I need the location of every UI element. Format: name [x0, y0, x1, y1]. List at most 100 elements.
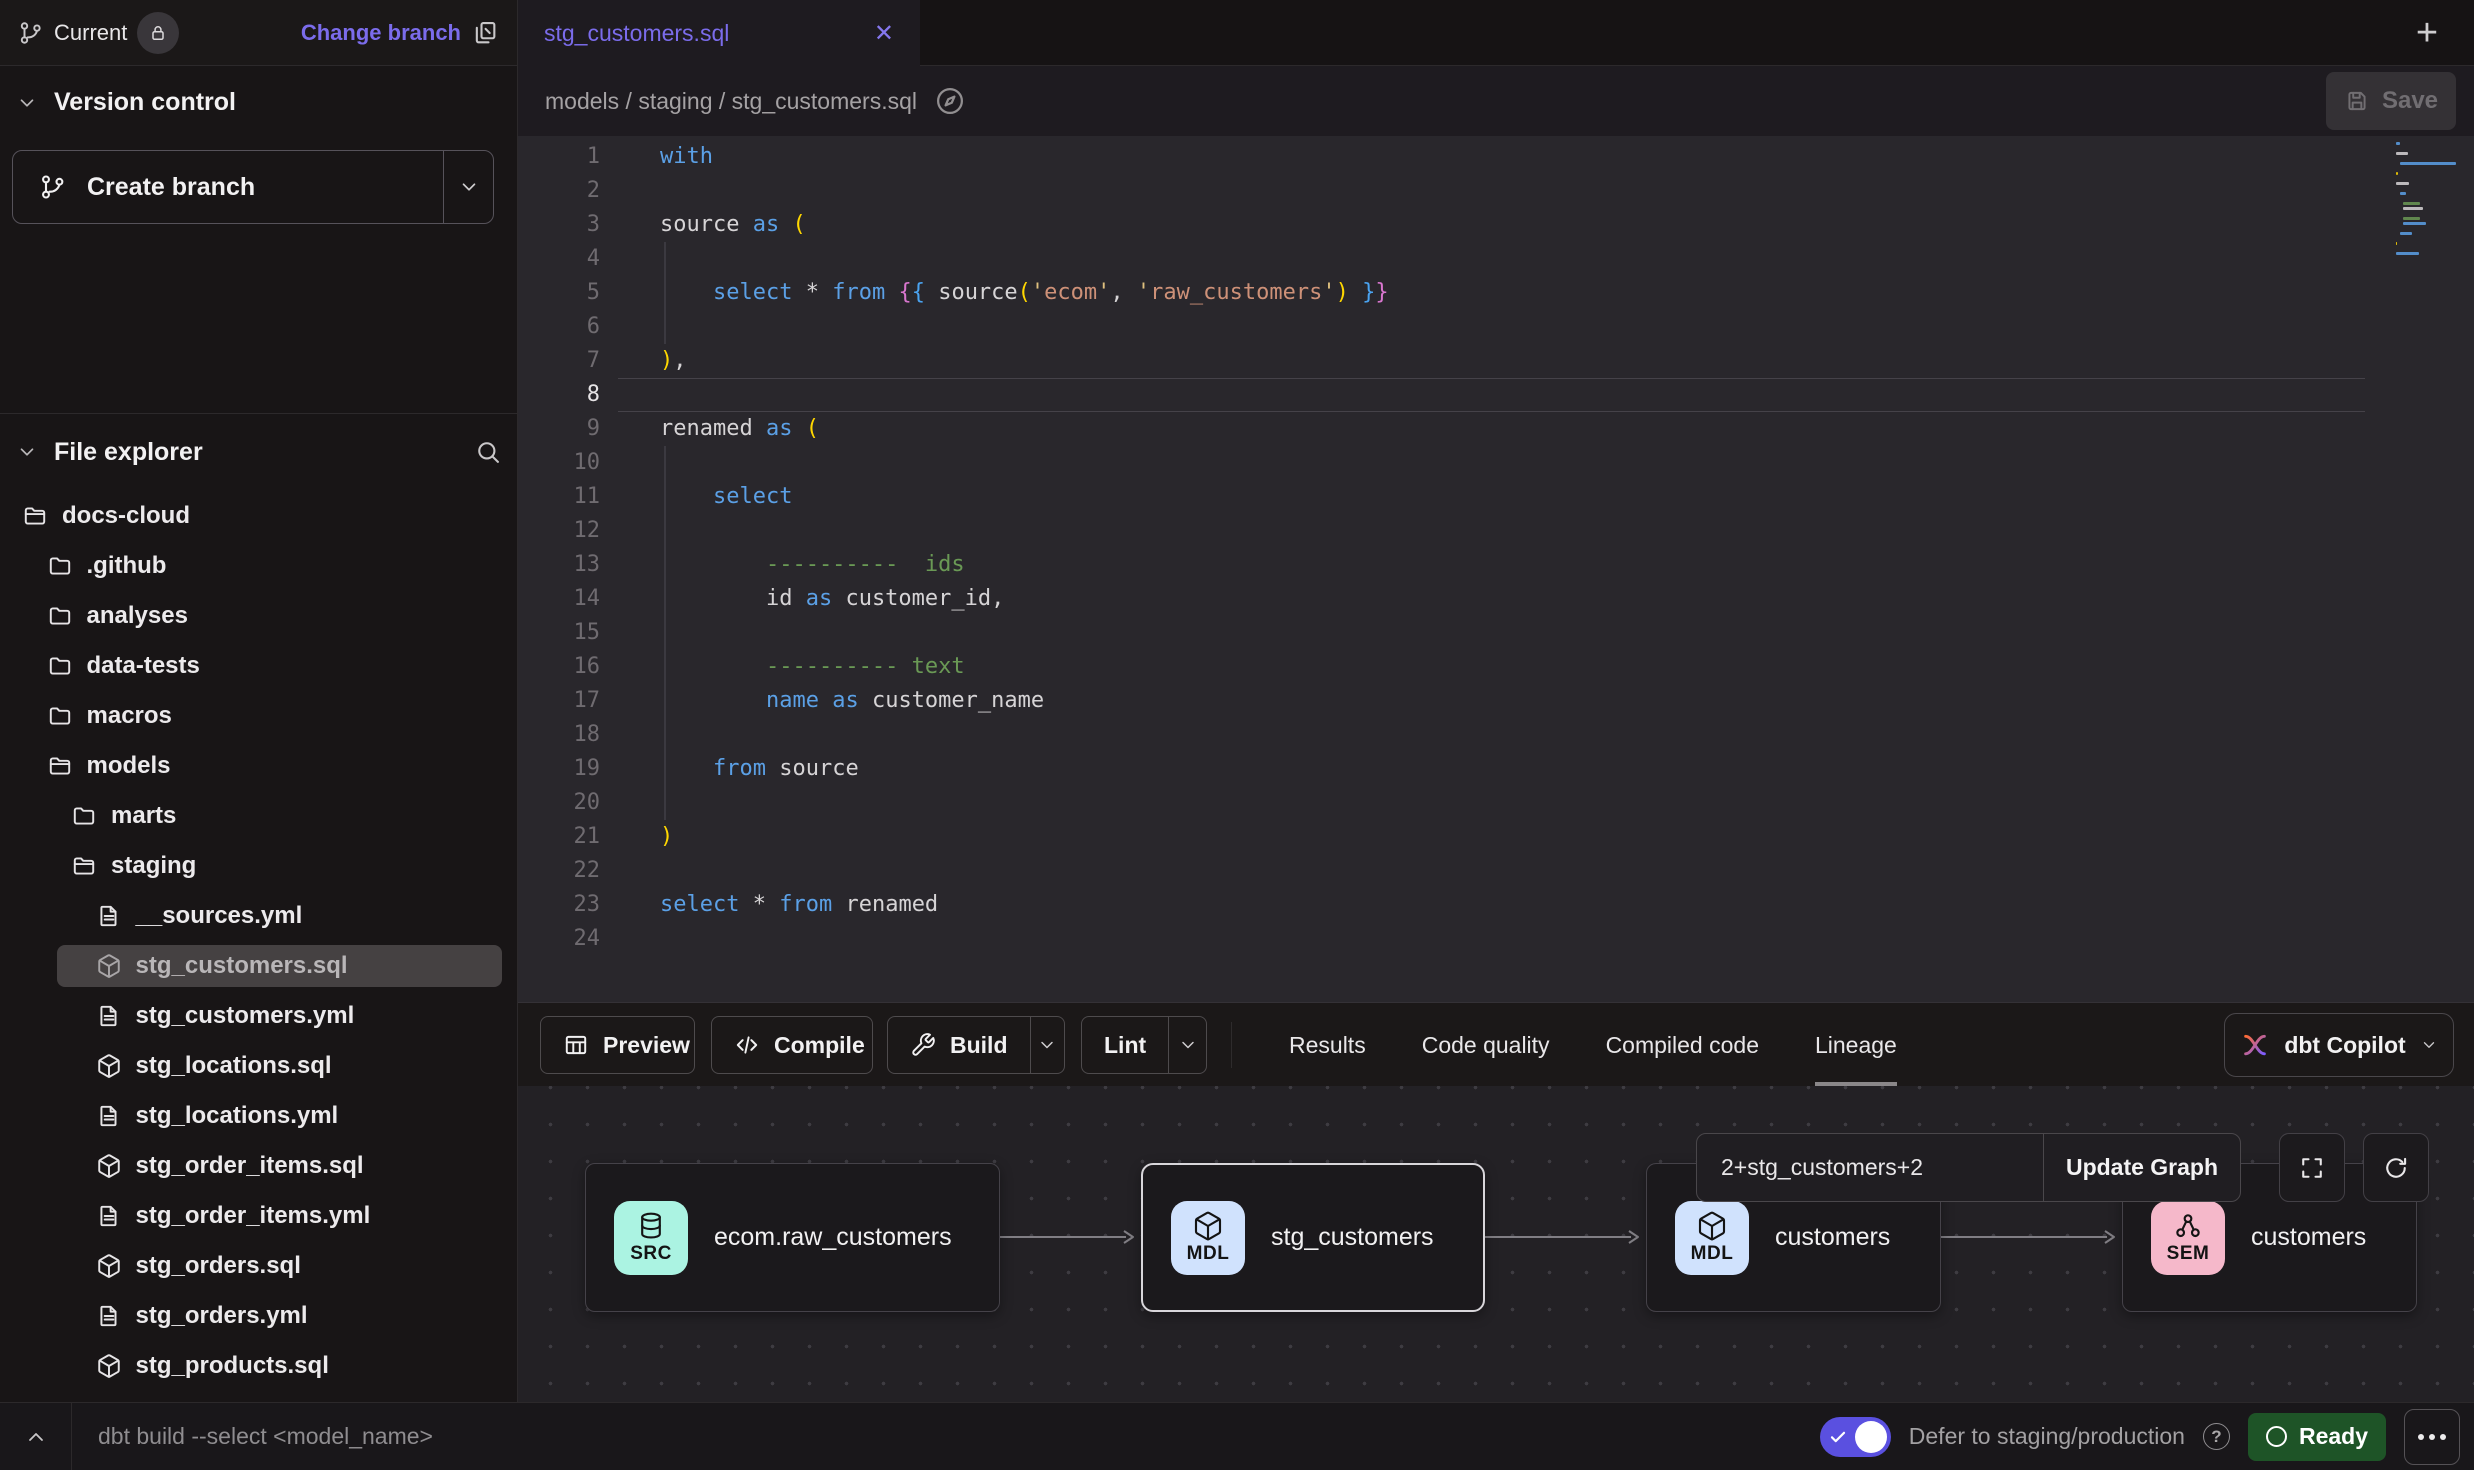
tree-item-label: data-tests [87, 652, 200, 680]
version-control-header[interactable]: Version control [16, 88, 236, 117]
defer-label: Defer to staging/production [1909, 1423, 2185, 1450]
build-button[interactable]: Build [887, 1016, 1065, 1074]
breadcrumb: models / staging / stg_customers.sql [545, 88, 917, 115]
file-explorer-header[interactable]: File explorer [16, 428, 502, 476]
lock-icon [148, 23, 168, 43]
tree-item-macros[interactable]: macros [0, 691, 517, 741]
panel-tab-lineage[interactable]: Lineage [1815, 1003, 1897, 1087]
tree-item-label: models [87, 752, 171, 780]
file-tree: docs-cloud .github analyses data-tests macro… [0, 491, 517, 1391]
lineage-edge [1941, 1227, 2118, 1247]
chevron-down-icon [458, 176, 480, 198]
refresh-button[interactable] [2363, 1133, 2429, 1202]
lineage-node-ecom-raw-customers[interactable]: SRCecom.raw_customers [585, 1163, 1000, 1312]
yml-icon [96, 903, 122, 929]
lineage-selector-input[interactable]: 2+stg_customers+2 [1697, 1134, 2043, 1201]
create-branch-dropdown[interactable] [443, 151, 493, 223]
tree-item--sources-yml[interactable]: __sources.yml [0, 891, 517, 941]
panel-tab-compiled-code[interactable]: Compiled code [1606, 1003, 1759, 1087]
preview-button[interactable]: Preview [540, 1016, 695, 1074]
panel-tab-code-quality[interactable]: Code quality [1422, 1003, 1550, 1087]
tree-item-marts[interactable]: marts [0, 791, 517, 841]
command-input[interactable]: dbt build --select <model_name> [98, 1423, 433, 1450]
tree-item--github[interactable]: .github [0, 541, 517, 591]
fullscreen-button[interactable] [2279, 1133, 2345, 1202]
current-branch-label: Current [54, 20, 127, 46]
change-branch-link[interactable]: Change branch [301, 20, 461, 46]
yml-icon [96, 1103, 122, 1129]
compile-label: Compile [774, 1032, 865, 1059]
code-line-7: ), [660, 344, 1389, 378]
node-badge-label: SEM [2167, 1243, 2210, 1265]
code-line-8 [660, 378, 1389, 412]
code-line-16: ---------- text [660, 650, 1389, 684]
branch-header: Current Change branch [0, 0, 517, 66]
code-line-12 [660, 514, 1389, 548]
tree-item-stg-locations-sql[interactable]: stg_locations.sql [0, 1041, 517, 1091]
dbt-copilot-button[interactable]: dbt Copilot [2224, 1013, 2454, 1077]
copilot-icon [2240, 1030, 2270, 1060]
save-icon [2344, 88, 2370, 114]
search-icon[interactable] [474, 438, 502, 466]
cube-icon [1696, 1210, 1728, 1242]
lineage-node-stg-customers[interactable]: MDLstg_customers [1141, 1163, 1485, 1312]
tree-item-stg-customers-sql[interactable]: stg_customers.sql [0, 941, 517, 991]
tree-item-docs-cloud[interactable]: docs-cloud [0, 491, 517, 541]
model-cube-icon [96, 1253, 122, 1279]
copy-icon[interactable] [471, 19, 499, 47]
fullscreen-icon [2298, 1154, 2326, 1182]
defer-toggle[interactable] [1820, 1417, 1891, 1457]
lint-dropdown[interactable] [1168, 1017, 1206, 1073]
tree-item-stg-order-items-sql[interactable]: stg_order_items.sql [0, 1141, 517, 1191]
model-cube-icon [96, 1153, 122, 1179]
sidebar: Current Change branch Version control Cr… [0, 0, 518, 1402]
code-line-5: select * from {{ source('ecom', 'raw_cus… [660, 276, 1389, 310]
tree-item-analyses[interactable]: analyses [0, 591, 517, 641]
chevron-down-icon [16, 92, 38, 114]
code-line-13: ---------- ids [660, 548, 1389, 582]
node-badge-mdl: MDL [1171, 1201, 1245, 1275]
tree-item-stg-customers-yml[interactable]: stg_customers.yml [0, 991, 517, 1041]
tab-stg-customers-sql[interactable]: stg_customers.sql ✕ [518, 0, 920, 67]
compile-button[interactable]: Compile [711, 1016, 873, 1074]
save-button[interactable]: Save [2326, 72, 2456, 130]
expand-command-button[interactable] [0, 1403, 72, 1470]
tree-item-stg-orders-sql[interactable]: stg_orders.sql [0, 1241, 517, 1291]
new-tab-button[interactable]: + [2406, 12, 2448, 54]
tree-item-label: docs-cloud [62, 502, 190, 530]
more-options-button[interactable] [2404, 1409, 2460, 1465]
folder-icon [47, 653, 73, 679]
folder-icon [47, 603, 73, 629]
folder-icon [47, 553, 73, 579]
tree-item-stg-order-items-yml[interactable]: stg_order_items.yml [0, 1191, 517, 1241]
tree-item-label: .github [87, 552, 167, 580]
create-branch-button[interactable]: Create branch [12, 150, 494, 224]
help-icon[interactable]: ? [2203, 1423, 2230, 1450]
minimap[interactable] [2396, 142, 2462, 272]
tree-item-stg-products-sql[interactable]: stg_products.sql [0, 1341, 517, 1391]
build-dropdown[interactable] [1030, 1017, 1065, 1073]
compass-icon[interactable] [935, 86, 965, 116]
status-badge[interactable]: Ready [2248, 1413, 2386, 1461]
tree-item-label: stg_customers.sql [136, 952, 348, 980]
tree-item-data-tests[interactable]: data-tests [0, 641, 517, 691]
lint-button[interactable]: Lint [1081, 1016, 1207, 1074]
panel-tab-results[interactable]: Results [1289, 1003, 1366, 1087]
code-editor[interactable]: 123456789101112131415161718192021222324 … [518, 136, 2474, 1002]
code-line-22 [660, 854, 1389, 888]
tree-item-label: macros [87, 702, 172, 730]
dbt-ide-app: Current Change branch Version control Cr… [0, 0, 2474, 1470]
lineage-edge [1000, 1227, 1137, 1247]
tree-item-staging[interactable]: staging [0, 841, 517, 891]
tree-item-models[interactable]: models [0, 741, 517, 791]
cube-icon [1192, 1210, 1224, 1242]
tree-item-stg-locations-yml[interactable]: stg_locations.yml [0, 1091, 517, 1141]
copilot-label: dbt Copilot [2284, 1032, 2405, 1059]
folder-open-icon [71, 853, 97, 879]
divider [1231, 1022, 1232, 1068]
panel-tabs: Results Code quality Compiled code Lineage [1289, 1003, 1897, 1087]
tree-item-stg-orders-yml[interactable]: stg_orders.yml [0, 1291, 517, 1341]
update-graph-button[interactable]: Update Graph [2043, 1134, 2240, 1201]
yml-icon [96, 1003, 122, 1029]
close-icon[interactable]: ✕ [874, 19, 894, 48]
